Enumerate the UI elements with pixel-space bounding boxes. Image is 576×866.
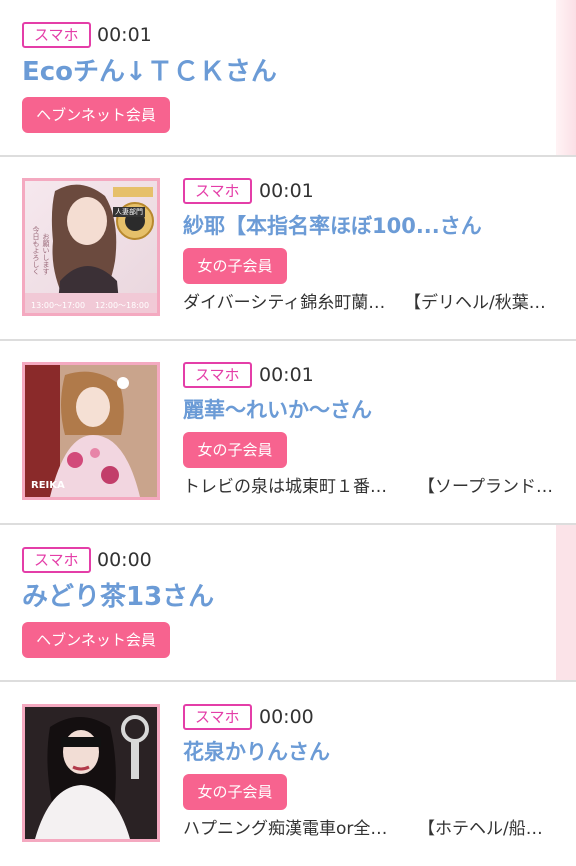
post-time: 00:00	[97, 549, 152, 571]
thumb-message-line1: 今日もよろしく	[32, 226, 40, 275]
message-list: スマホ 00:01 Ecoチん↓ＴＣＫさん ヘブンネット会員 人妻部門 今日もよ…	[0, 0, 576, 866]
device-badge: スマホ	[183, 704, 252, 730]
profile-thumbnail[interactable]: 人妻部門 今日もよろしく お願いします 13:00〜17:00 12:00〜18…	[22, 178, 160, 316]
item-edge-decoration	[556, 0, 576, 155]
user-name[interactable]: 紗耶【本指名率ほぼ100...さん	[183, 211, 563, 241]
genre-label[interactable]: 【ソープランド…	[418, 474, 553, 500]
user-name[interactable]: みどり茶13さん	[22, 580, 542, 614]
member-type-button[interactable]: ヘブンネット会員	[22, 622, 170, 658]
device-badge: スマホ	[22, 547, 91, 573]
user-name[interactable]: Ecoチん↓ＴＣＫさん	[22, 55, 542, 89]
profile-thumbnail[interactable]: REIKA	[22, 362, 160, 500]
post-time: 00:00	[259, 706, 314, 728]
shop-name[interactable]: トレビの泉は城東町１番…	[183, 474, 413, 500]
thumb-label: 人妻部門	[113, 207, 145, 217]
list-item[interactable]: 人妻部門 今日もよろしく お願いします 13:00〜17:00 12:00〜18…	[0, 157, 576, 341]
device-badge: スマホ	[183, 362, 252, 388]
thumb-time-1: 13:00〜17:00	[31, 301, 86, 310]
member-type-button[interactable]: ヘブンネット会員	[22, 97, 170, 133]
member-type-button[interactable]: 女の子会員	[183, 248, 287, 284]
post-time: 00:01	[259, 364, 314, 386]
profile-thumbnail[interactable]	[22, 704, 160, 842]
profile-photo-icon	[25, 707, 157, 839]
device-badge: スマホ	[183, 178, 252, 204]
post-time: 00:01	[97, 24, 152, 46]
profile-photo-icon	[25, 365, 157, 497]
list-item[interactable]: スマホ 00:00 花泉かりんさん 女の子会員 ハプニング痴漢電車or全… 【ホ…	[0, 682, 576, 866]
shop-name[interactable]: ダイバーシティ錦糸町蘭…	[183, 290, 403, 316]
member-type-button[interactable]: 女の子会員	[183, 432, 287, 468]
member-type-button[interactable]: 女の子会員	[183, 774, 287, 810]
list-item[interactable]: スマホ 00:00 みどり茶13さん ヘブンネット会員	[0, 525, 576, 682]
thumb-time-2: 12:00〜18:00	[95, 301, 150, 310]
shop-name[interactable]: ハプニング痴漢電車or全…	[183, 816, 413, 842]
genre-label[interactable]: 【ホテヘル/船…	[418, 816, 543, 842]
user-name[interactable]: 麗華〜れいか〜さん	[183, 395, 563, 425]
genre-label[interactable]: 【デリヘル/秋葉…	[404, 290, 546, 316]
item-edge-decoration	[556, 525, 576, 680]
list-item[interactable]: REIKA スマホ 00:01 麗華〜れいか〜さん 女の子会員 トレビの泉は城東…	[0, 341, 576, 525]
list-item[interactable]: スマホ 00:01 Ecoチん↓ＴＣＫさん ヘブンネット会員	[0, 0, 576, 157]
device-badge: スマホ	[22, 22, 91, 48]
thumb-message-line2: お願いします	[42, 233, 50, 275]
thumb-label: REIKA	[31, 480, 65, 491]
user-name[interactable]: 花泉かりんさん	[183, 737, 563, 767]
post-time: 00:01	[259, 180, 314, 202]
